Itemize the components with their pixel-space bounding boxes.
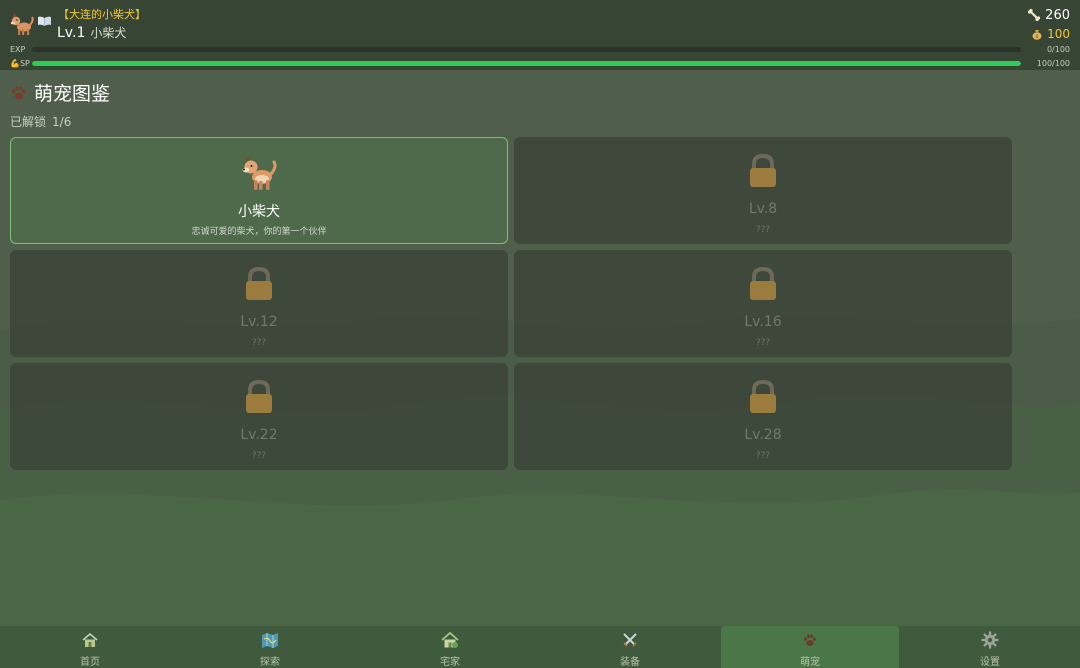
exp-value: 0/100 [1046,45,1070,54]
pet-card-locked[interactable]: Lv.16 ??? [514,250,1012,357]
pet-card-locked[interactable]: Lv.22 ??? [10,363,508,470]
pet-unlock-level: Lv.12 [240,314,278,330]
bottom-navigation: 首页 探索 宅家 装备 萌宠 设置 [0,626,1080,668]
pet-description: ??? [251,451,267,461]
pet-unlock-level: Lv.28 [744,427,782,443]
pet-card-locked[interactable]: Lv.28 ??? [514,363,1012,470]
nav-label: 设置 [980,657,1000,668]
map-icon [262,633,278,648]
dog-avatar-icon[interactable] [9,12,35,36]
pet-unlock-level: Lv.16 [744,314,782,330]
player-level: Lv.1 [57,25,86,41]
pet-card-shiba[interactable]: 小柴犬 忠诚可爱的柴犬，你的第一个伙伴 [10,137,508,244]
lock-icon [750,379,776,413]
nav-tab-house[interactable]: 宅家 [360,626,540,668]
book-icon[interactable] [37,15,52,27]
coins-value: 100 [1047,27,1070,41]
nav-tab-explore[interactable]: 探索 [180,626,360,668]
currency-panel: 260 $ 100 [1027,6,1070,43]
nav-tab-home[interactable]: 首页 [0,626,180,668]
pet-unlock-level: Lv.8 [748,201,778,217]
pet-card-locked[interactable]: Lv.8 ??? [514,137,1012,244]
level-line: Lv.1 小柴犬 [57,22,126,41]
bones-counter: 260 [1027,6,1070,24]
nav-label: 首页 [80,657,100,668]
exp-bar-row: EXP 0/100 [0,44,1080,56]
player-pet-name: 小柴犬 [90,26,127,40]
section-header: 萌宠图鉴 [10,79,110,106]
lock-icon [750,153,776,187]
nav-tab-equipment[interactable]: 装备 [540,626,720,668]
sp-value: 100/100 [1036,59,1070,68]
pet-card-locked[interactable]: Lv.12 ??? [10,250,508,357]
lock-icon [246,379,272,413]
bones-value: 260 [1045,7,1070,23]
home-icon [82,632,98,647]
paw-icon [12,86,26,99]
pet-description: ??? [755,451,771,461]
sp-bar-fill [32,61,1021,66]
unlocked-value: 1/6 [52,115,72,129]
player-title: 【大连的小柴犬】 [58,8,146,21]
house-icon [441,631,459,648]
nav-tab-settings[interactable]: 设置 [900,626,1080,668]
gear-icon [981,631,999,649]
nav-label: 宅家 [440,657,460,668]
sp-label: SP [19,59,30,68]
flex-arm-icon: 💪 [10,59,20,68]
money-bag-icon: $ [1032,30,1042,40]
exp-bar [32,47,1021,52]
crossed-swords-icon [623,633,637,647]
lock-icon [246,266,272,300]
pet-collection-grid: 小柴犬 忠诚可爱的柴犬，你的第一个伙伴 Lv.8 ??? Lv.12 ??? L… [10,137,1012,470]
sp-bar [32,61,1021,66]
lock-icon [750,266,776,300]
top-status-bar: 【大连的小柴犬】 Lv.1 小柴犬 260 $ 100 EXP 0/100 💪SP [0,0,1080,70]
unlocked-label: 已解锁 [10,115,47,129]
bone-icon [1028,8,1041,22]
svg-text:$: $ [1036,34,1039,40]
nav-label: 萌宠 [800,657,820,668]
shiba-dog-icon [242,157,277,190]
sp-bar-row: 💪SP 100/100 [0,58,1080,70]
pet-description: ??? [251,338,267,348]
sp-label-wrap: 💪SP [10,59,30,68]
exp-label: EXP [10,45,26,54]
paw-icon [804,634,816,646]
nav-tab-pets[interactable]: 萌宠 [721,626,899,668]
unlocked-count: 已解锁 1/6 [10,113,71,130]
pet-description: ??? [755,338,771,348]
pet-description: 忠诚可爱的柴犬，你的第一个伙伴 [191,227,327,237]
pet-description: ??? [755,225,771,235]
page-title: 萌宠图鉴 [34,83,111,105]
pet-name: 小柴犬 [238,204,280,220]
nav-label: 探索 [260,657,280,668]
coins-counter: $ 100 [1027,25,1070,43]
pet-unlock-level: Lv.22 [240,427,278,443]
nav-label: 装备 [620,657,640,668]
